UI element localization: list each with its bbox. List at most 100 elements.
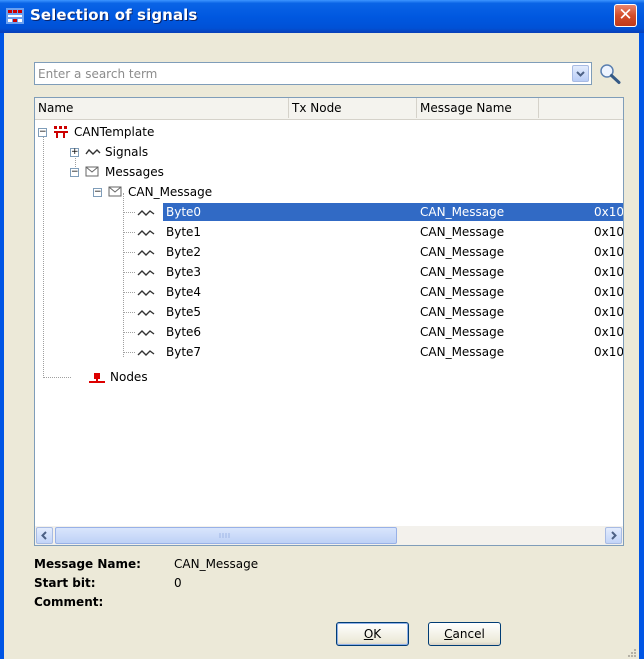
tree-node-label: Signals (105, 145, 149, 159)
signal-message-name: CAN_Message (420, 265, 505, 279)
signal-row[interactable]: Byte3 CAN_Message 0x100 (35, 263, 623, 283)
ok-mnemonic: O (363, 627, 374, 641)
close-icon: ✕ (618, 5, 633, 25)
signal-message-name: CAN_Message (420, 285, 505, 299)
search-input[interactable] (38, 65, 568, 82)
node-icon (89, 371, 105, 388)
tree-node-nodes[interactable]: Nodes (35, 368, 623, 388)
tree-line (123, 332, 135, 333)
start-bit-label: Start bit: (34, 576, 96, 590)
start-bit-value: 0 (174, 576, 182, 590)
collapse-icon[interactable]: − (93, 188, 102, 197)
column-header-id[interactable]: Id (539, 98, 623, 118)
search-combobox[interactable] (34, 62, 592, 85)
tree-line (123, 352, 135, 353)
tree-line (123, 292, 135, 293)
signal-id: 0x100 (594, 305, 624, 319)
scroll-left-button[interactable] (36, 527, 53, 544)
column-header: Name Tx Node Message Name Id (35, 98, 623, 120)
signal-message-name: CAN_Message (420, 325, 505, 339)
chevron-down-icon (576, 71, 585, 77)
signal-id: 0x100 (594, 245, 624, 259)
tree-node-message[interactable]: − CAN_Message (35, 183, 623, 203)
signal-icon (137, 247, 155, 261)
signal-id: 0x100 (594, 325, 624, 339)
tree-node-label: Nodes (110, 370, 148, 384)
signal-name: Byte3 (166, 265, 202, 279)
signal-name: Byte1 (166, 225, 202, 239)
signal-icon (137, 227, 155, 241)
signal-icon (85, 146, 101, 161)
horizontal-scrollbar[interactable] (35, 526, 623, 545)
signal-icon (137, 267, 155, 281)
dropdown-button[interactable] (572, 65, 589, 82)
signal-row[interactable]: Byte1 CAN_Message 0x100 (35, 223, 623, 243)
expand-icon[interactable]: + (70, 148, 79, 157)
signal-row[interactable]: Byte5 CAN_Message 0x100 (35, 303, 623, 323)
scroll-right-button[interactable] (605, 527, 622, 544)
signal-name: Byte4 (166, 285, 202, 299)
signal-message-name: CAN_Message (420, 205, 505, 219)
signal-row[interactable]: Byte4 CAN_Message 0x100 (35, 283, 623, 303)
tree-node-messages[interactable]: − Messages (35, 163, 623, 183)
signal-row[interactable]: Byte6 CAN_Message 0x100 (35, 323, 623, 343)
column-header-name[interactable]: Name (35, 98, 289, 118)
close-button[interactable]: ✕ (614, 4, 637, 27)
tree-line (123, 252, 135, 253)
signal-message-name: CAN_Message (420, 245, 505, 259)
chevron-left-icon (41, 531, 47, 540)
column-header-tx-node[interactable]: Tx Node (289, 98, 417, 118)
tree-node-label: CAN_Message (128, 185, 213, 199)
resize-grip-icon (628, 649, 636, 657)
signal-name: Byte0 (166, 205, 202, 219)
column-header-message-name[interactable]: Message Name (417, 98, 539, 118)
message-name-value: CAN_Message (174, 557, 259, 571)
signal-row[interactable]: Byte2 CAN_Message 0x100 (35, 243, 623, 263)
signal-row[interactable]: Byte0 CAN_Message 0x100 (35, 203, 623, 223)
signal-name: Byte2 (166, 245, 202, 259)
cancel-mnemonic: C (444, 627, 453, 641)
cancel-label: ancel (452, 627, 485, 641)
title-bar[interactable]: Selection of signals ✕ (0, 0, 644, 33)
window-border-right (639, 33, 644, 659)
signal-row[interactable]: Byte7 CAN_Message 0x100 (35, 343, 623, 363)
collapse-icon[interactable]: − (70, 168, 79, 177)
signal-name: Byte6 (166, 325, 202, 339)
signal-id: 0x100 (594, 205, 624, 219)
signal-icon (137, 347, 155, 361)
tree-node-label: Messages (105, 165, 164, 179)
ok-label: K (373, 627, 382, 641)
ok-button[interactable]: OK (336, 622, 409, 646)
comment-label: Comment: (34, 595, 104, 609)
signal-name: Byte7 (166, 345, 202, 359)
envelope-icon (85, 166, 99, 181)
envelope-icon (108, 186, 122, 201)
signal-icon (137, 307, 155, 321)
search-icon[interactable] (598, 63, 622, 85)
tree-node-signals[interactable]: + Signals (35, 143, 623, 163)
network-icon (53, 125, 69, 142)
message-name-label: Message Name: (34, 557, 141, 571)
tree-node-label: CANTemplate (74, 125, 155, 139)
signal-id: 0x100 (594, 225, 624, 239)
tree-line (123, 232, 135, 233)
tree-line (123, 212, 135, 213)
tree-node-root[interactable]: − CANTemplate (35, 123, 623, 143)
selection-highlight (163, 203, 623, 221)
chevron-right-icon (611, 531, 617, 540)
signal-id: 0x100 (594, 285, 624, 299)
signal-icon (137, 207, 155, 221)
network-app-icon (6, 8, 24, 24)
signal-id: 0x100 (594, 345, 624, 359)
scroll-thumb[interactable] (55, 527, 397, 544)
signal-name: Byte5 (166, 305, 202, 319)
cancel-button[interactable]: Cancel (428, 622, 501, 646)
signal-icon (137, 327, 155, 341)
signal-tree[interactable]: Name Tx Node Message Name Id − CANTempla… (34, 97, 624, 546)
resize-grip[interactable] (625, 645, 637, 664)
tree-line (123, 272, 135, 273)
collapse-icon[interactable]: − (38, 128, 47, 137)
signal-message-name: CAN_Message (420, 225, 505, 239)
window-title: Selection of signals (30, 6, 198, 24)
signal-icon (137, 287, 155, 301)
